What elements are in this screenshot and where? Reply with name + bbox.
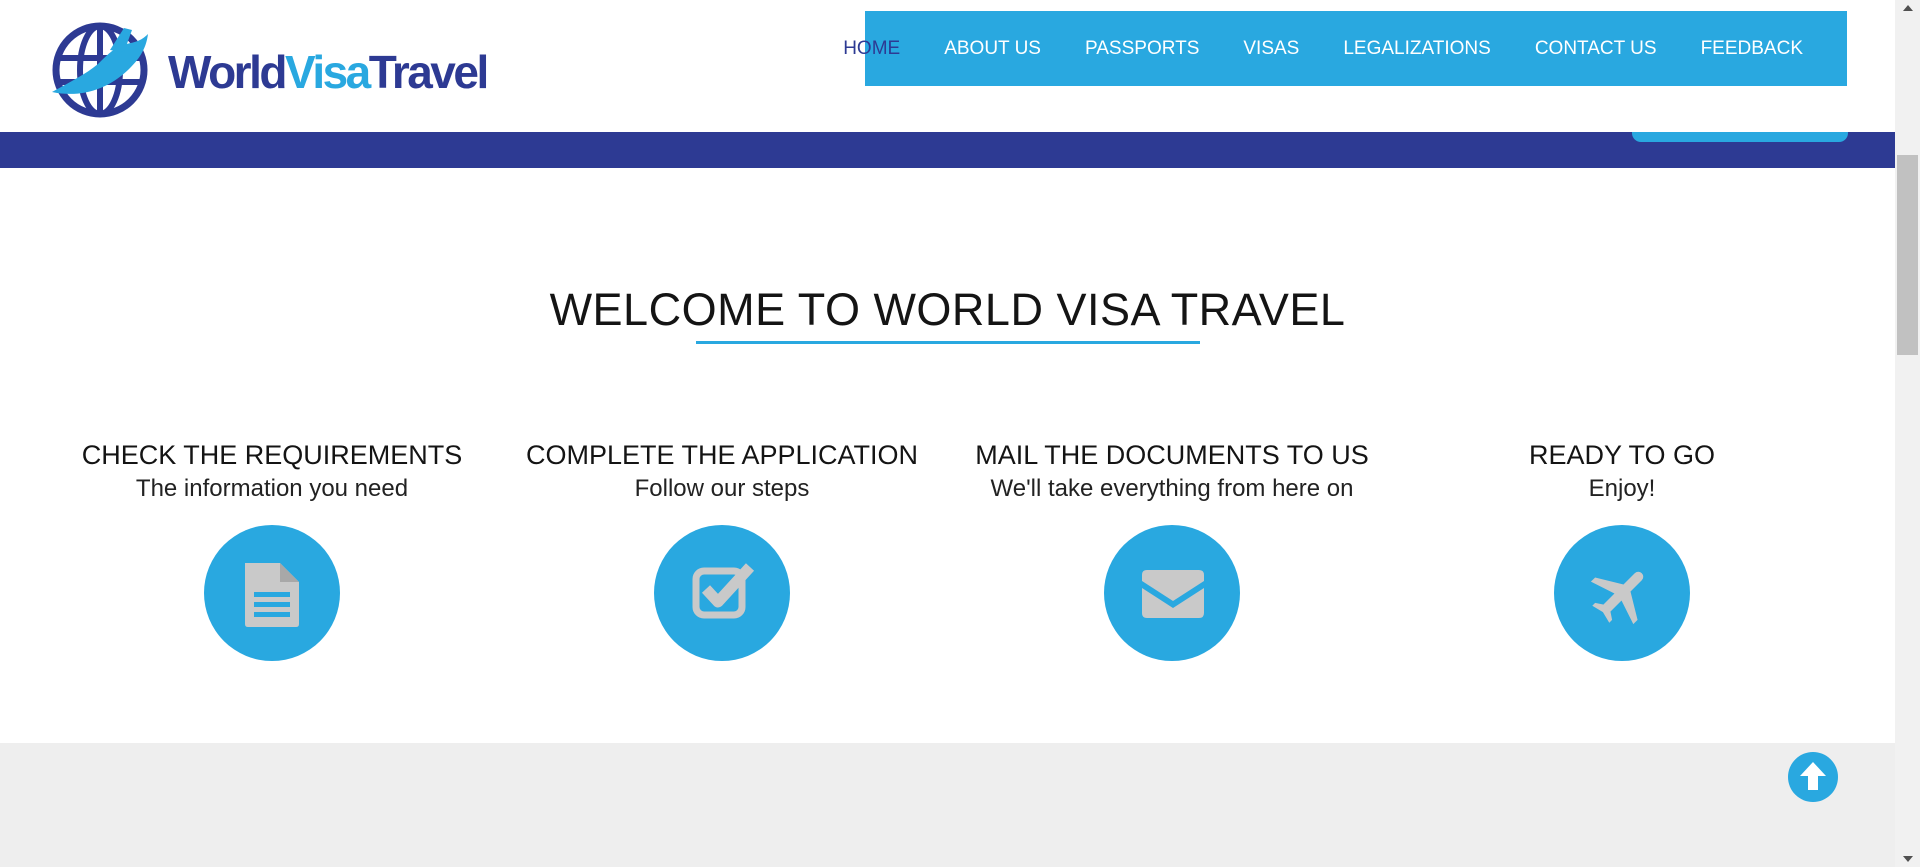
step-icon-circle[interactable] [204, 525, 340, 661]
checkbox-icon [692, 563, 755, 619]
title-underline [696, 341, 1200, 344]
site-logo[interactable]: WorldVisaTravel [50, 20, 510, 120]
nav-legalizations[interactable]: LEGALIZATIONS [1321, 38, 1512, 60]
content-section-gray [0, 743, 1895, 867]
scroll-up-arrow-icon[interactable] [1895, 0, 1920, 17]
arrow-up-circle-icon [1800, 762, 1826, 790]
step-title: MAIL THE DOCUMENTS TO US [975, 440, 1369, 470]
scrollbar-thumb[interactable] [1897, 155, 1918, 355]
site-header: WorldVisaTravel HOME ABOUT US PASSPORTS … [0, 0, 1895, 132]
envelope-icon [1142, 570, 1204, 618]
nav-passports[interactable]: PASSPORTS [1063, 38, 1221, 60]
logo-wordmark: WorldVisaTravel [168, 46, 489, 98]
nav-about-us[interactable]: ABOUT US [922, 38, 1063, 60]
welcome-title: WELCOME TO WORLD VISA TRAVEL [549, 284, 1346, 335]
step-subtitle: Enjoy! [1588, 475, 1656, 502]
main-nav: HOME ABOUT US PASSPORTS VISAS LEGALIZATI… [843, 11, 1847, 86]
globe-logo-icon [52, 22, 148, 118]
steps-row: CHECK THE REQUIREMENTS The information y… [0, 438, 1895, 678]
step-icon-circle[interactable] [654, 525, 790, 661]
welcome-section: WELCOME TO WORLD VISA TRAVEL CHECK THE R… [0, 168, 1895, 743]
back-to-top-button[interactable] [1788, 752, 1838, 802]
scroll-down-arrow-icon[interactable] [1895, 850, 1920, 867]
step-subtitle: We'll take everything from here on [990, 475, 1354, 502]
nav-visas[interactable]: VISAS [1221, 38, 1321, 60]
document-icon [245, 563, 299, 627]
vertical-scrollbar[interactable] [1895, 0, 1920, 867]
step-complete-application: COMPLETE THE APPLICATION Follow our step… [512, 438, 932, 661]
nav-feedback[interactable]: FEEDBACK [1679, 38, 1825, 60]
step-subtitle: Follow our steps [634, 475, 810, 502]
step-icon-circle[interactable] [1554, 525, 1690, 661]
step-ready-to-go: READY TO GO Enjoy! [1412, 438, 1832, 661]
nav-home[interactable]: HOME [821, 38, 922, 60]
step-check-requirements: CHECK THE REQUIREMENTS The information y… [62, 438, 482, 661]
step-icon-circle[interactable] [1104, 525, 1240, 661]
nav-contact-us[interactable]: CONTACT US [1513, 38, 1679, 60]
step-title: READY TO GO [1528, 440, 1716, 470]
step-mail-documents: MAIL THE DOCUMENTS TO US We'll take ever… [962, 438, 1382, 661]
step-subtitle: The information you need [135, 475, 409, 502]
step-title: CHECK THE REQUIREMENTS [81, 440, 463, 470]
airplane-icon [1590, 571, 1644, 625]
step-title: COMPLETE THE APPLICATION [525, 440, 919, 470]
page: WorldVisaTravel HOME ABOUT US PASSPORTS … [0, 0, 1895, 867]
